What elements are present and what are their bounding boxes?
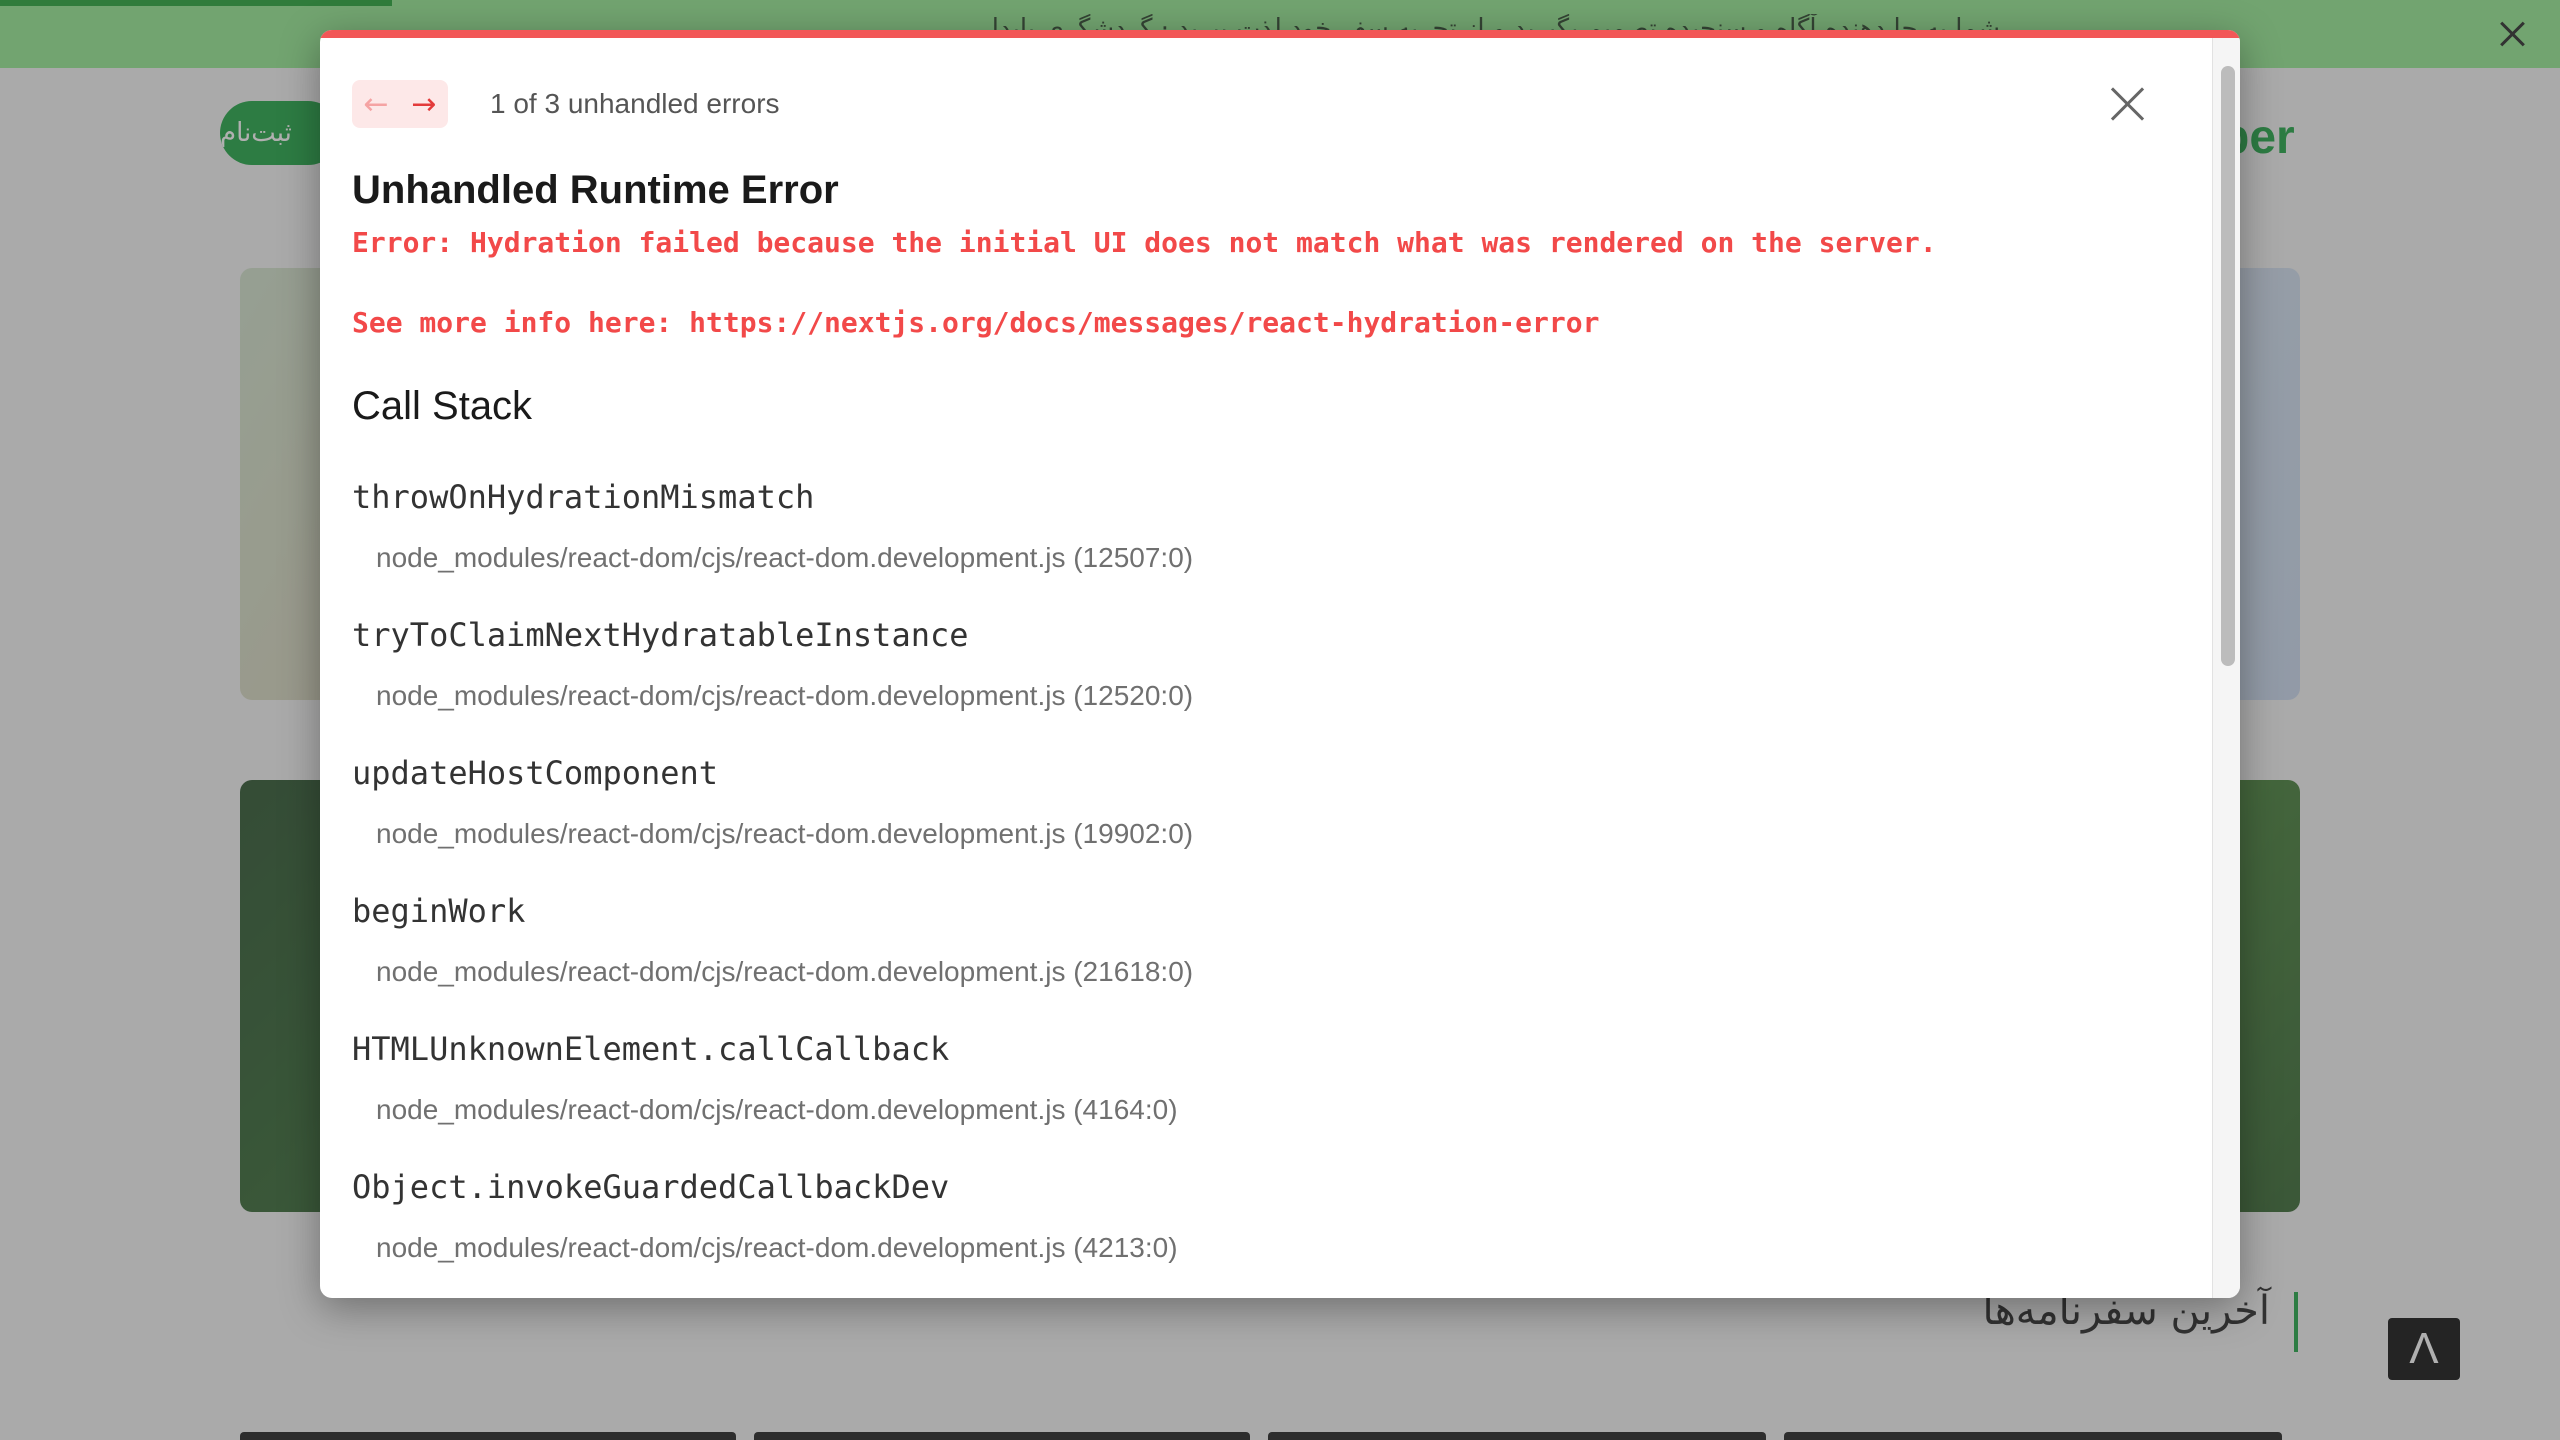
stack-frame-function: throwOnHydrationMismatch — [352, 478, 815, 516]
error-accent-bar — [320, 30, 2240, 38]
error-counter: 1 of 3 unhandled errors — [490, 88, 780, 119]
stack-frame[interactable]: HTMLUnknownElement.callCallback node_mod… — [352, 1030, 1178, 1126]
arrow-left-icon[interactable]: ← — [352, 80, 400, 128]
error-nav-buttons: ← → — [352, 80, 448, 128]
stack-frame-function: beginWork — [352, 892, 526, 930]
stack-frame-function: updateHostComponent — [352, 754, 719, 792]
error-more-info[interactable]: See more info here: https://nextjs.org/d… — [352, 306, 1599, 339]
stack-frame[interactable]: updateHostComponent node_modules/react-d… — [352, 754, 1193, 850]
stack-frame[interactable]: tryToClaimNextHydratableInstance node_mo… — [352, 616, 1193, 712]
stack-frame-location: node_modules/react-dom/cjs/react-dom.dev… — [376, 818, 1194, 849]
scrollbar-thumb[interactable] — [2221, 66, 2235, 666]
arrow-right-icon[interactable]: → — [400, 80, 448, 128]
stack-frame[interactable]: beginWork node_modules/react-dom/cjs/rea… — [352, 892, 1193, 988]
stack-frame-function: HTMLUnknownElement.callCallback — [352, 1030, 950, 1068]
stack-frame-function: Object.invokeGuardedCallbackDev — [352, 1168, 950, 1206]
stack-frame-function: tryToClaimNextHydratableInstance — [352, 616, 969, 654]
close-icon[interactable] — [2106, 82, 2150, 126]
stack-frame-location: node_modules/react-dom/cjs/react-dom.dev… — [376, 1232, 1178, 1263]
stack-frame-location: node_modules/react-dom/cjs/react-dom.dev… — [376, 680, 1194, 711]
error-pagination: ← → 1 of 3 unhandled errors — [352, 80, 780, 128]
stack-frame[interactable]: Object.invokeGuardedCallbackDev node_mod… — [352, 1168, 1178, 1264]
call-stack-title: Call Stack — [352, 384, 533, 428]
stack-frame-location: node_modules/react-dom/cjs/react-dom.dev… — [376, 542, 1194, 573]
error-dialog: ← → 1 of 3 unhandled errors Unhandled Ru… — [320, 30, 2240, 1298]
stack-frame-location: node_modules/react-dom/cjs/react-dom.dev… — [376, 956, 1194, 987]
stack-frame-location: node_modules/react-dom/cjs/react-dom.dev… — [376, 1094, 1178, 1125]
error-message: Error: Hydration failed because the init… — [352, 226, 1937, 259]
error-dialog-scrollbar[interactable] — [2212, 38, 2240, 1298]
error-dialog-content[interactable]: ← → 1 of 3 unhandled errors Unhandled Ru… — [320, 38, 2212, 1298]
stack-frame[interactable]: throwOnHydrationMismatch node_modules/re… — [352, 478, 1193, 574]
error-title: Unhandled Runtime Error — [352, 168, 839, 212]
